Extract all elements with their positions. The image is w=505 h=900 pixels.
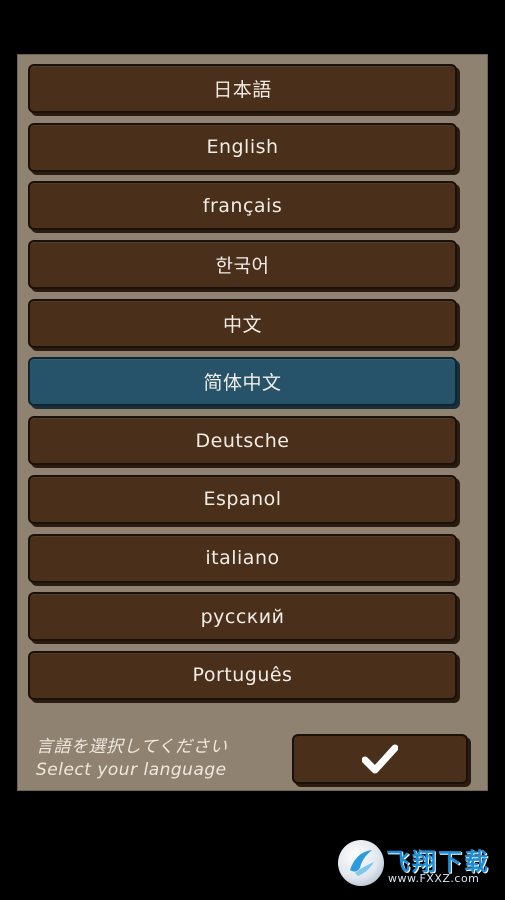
language-label: 简体中文 <box>203 372 282 395</box>
language-option-spanish[interactable]: Espanol <box>28 474 457 524</box>
language-option-french[interactable]: français <box>28 181 457 231</box>
language-option-english[interactable]: English <box>28 122 457 172</box>
checkmark-icon <box>362 744 398 774</box>
language-option-german[interactable]: Deutsche <box>28 416 457 466</box>
language-option-korean[interactable]: 한국어 <box>28 240 457 290</box>
language-label: Espanol <box>203 488 282 511</box>
language-option-simplified-chinese[interactable]: 简体中文 <box>28 357 457 407</box>
prompt-english: Select your language <box>36 760 227 780</box>
confirm-button[interactable] <box>292 734 468 784</box>
language-label: 中文 <box>222 313 262 336</box>
language-list: 日本語 English français 한국어 中文 简体中文 Deutsch… <box>28 64 457 710</box>
language-option-japanese[interactable]: 日本語 <box>28 64 457 113</box>
language-option-traditional-chinese[interactable]: 中文 <box>28 298 457 348</box>
watermark: 飞翔下载 www.FXXZ.com <box>338 840 496 890</box>
language-label: русский <box>200 605 285 628</box>
language-label: English <box>206 136 279 159</box>
language-option-italian[interactable]: italiano <box>28 533 457 583</box>
watermark-url: www.FXXZ.com <box>388 872 480 885</box>
language-panel: 日本語 English français 한국어 中文 简体中文 Deutsch… <box>17 54 488 791</box>
language-option-russian[interactable]: русский <box>28 592 457 642</box>
language-label: 한국어 <box>215 255 270 278</box>
language-label: italiano <box>205 547 280 569</box>
language-label: Português <box>192 664 293 687</box>
language-label: 日本語 <box>213 79 272 101</box>
language-label: Deutsche <box>195 429 290 452</box>
watermark-logo-icon <box>338 840 384 886</box>
language-prompt: 言語を選択してください Select your language <box>36 736 227 782</box>
language-label: français <box>202 194 283 217</box>
language-option-portuguese[interactable]: Português <box>28 650 457 700</box>
prompt-japanese: 言語を選択してください <box>36 737 228 757</box>
